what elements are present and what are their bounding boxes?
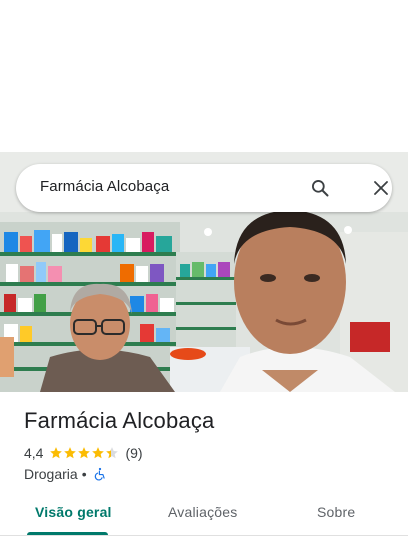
rating-stars <box>49 446 119 460</box>
star-icon <box>78 447 91 459</box>
star-icon <box>50 447 63 459</box>
search-icon <box>312 180 329 197</box>
star-icon <box>92 447 105 459</box>
category-row: Drogaria • <box>24 465 107 483</box>
search-bar[interactable]: Farmácia Alcobaça <box>16 164 392 212</box>
rating-row[interactable]: 4,4 (9) <box>24 444 143 462</box>
star-icon <box>64 447 77 459</box>
wheelchair-icon[interactable] <box>93 467 107 481</box>
map-blank-area <box>0 0 408 152</box>
search-input[interactable]: Farmácia Alcobaça <box>40 178 169 195</box>
place-category[interactable]: Drogaria <box>24 466 78 482</box>
tab-overview[interactable]: Visão geral <box>35 504 112 520</box>
tabs-divider <box>0 535 408 536</box>
search-button[interactable] <box>308 176 332 200</box>
review-count[interactable]: (9) <box>125 445 142 461</box>
close-icon <box>374 181 388 195</box>
tab-about[interactable]: Sobre <box>317 504 355 520</box>
separator-dot: • <box>81 466 87 482</box>
place-tabs: Visão geral Avaliações Sobre <box>0 492 408 536</box>
rating-value: 4,4 <box>24 445 44 461</box>
star-icon <box>106 447 119 459</box>
close-button[interactable] <box>369 176 393 200</box>
place-title: Farmácia Alcobaça <box>24 408 215 433</box>
tab-reviews[interactable]: Avaliações <box>168 504 237 520</box>
